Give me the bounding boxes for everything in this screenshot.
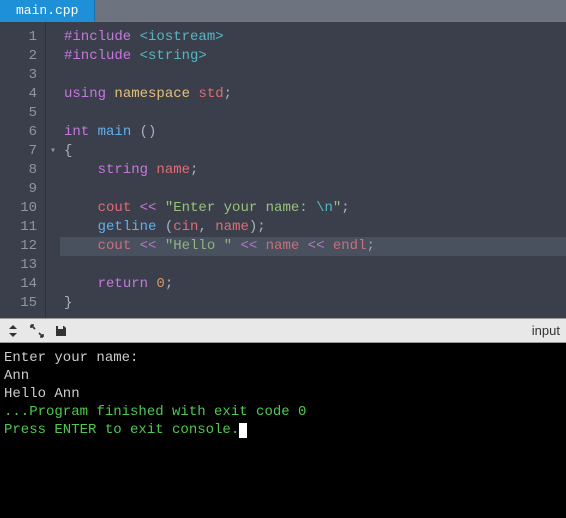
code-line[interactable]: int main () xyxy=(64,123,566,142)
fold-marker xyxy=(46,180,60,199)
code-editor[interactable]: 123456789101112131415 ▾ #include <iostre… xyxy=(0,22,566,318)
code-line[interactable]: using namespace std; xyxy=(64,85,566,104)
toolbar-right-label: input xyxy=(532,323,560,338)
code-area[interactable]: #include <iostream>#include <string> usin… xyxy=(60,22,566,318)
code-line[interactable]: return 0; xyxy=(64,275,566,294)
fold-marker xyxy=(46,294,60,313)
console-line: Enter your name: xyxy=(4,349,562,367)
console-line: Press ENTER to exit console. xyxy=(4,421,562,439)
console-line: Hello Ann xyxy=(4,385,562,403)
fold-marker xyxy=(46,256,60,275)
code-line[interactable]: } xyxy=(64,294,566,313)
text-cursor xyxy=(239,423,247,438)
fold-marker xyxy=(46,47,60,66)
fold-marker xyxy=(46,237,60,256)
line-number: 4 xyxy=(0,85,37,104)
collapse-icon[interactable] xyxy=(6,324,20,338)
line-number: 6 xyxy=(0,123,37,142)
code-line[interactable]: cout << "Enter your name: \n"; xyxy=(64,199,566,218)
code-line[interactable]: #include <string> xyxy=(64,47,566,66)
line-number: 3 xyxy=(0,66,37,85)
code-line[interactable] xyxy=(64,104,566,123)
line-gutter: 123456789101112131415 xyxy=(0,22,46,318)
code-line[interactable]: cout << "Hello " << name << endl; xyxy=(64,237,566,256)
save-icon[interactable] xyxy=(54,324,68,338)
fold-marker xyxy=(46,199,60,218)
fold-marker xyxy=(46,66,60,85)
fold-marker xyxy=(46,123,60,142)
line-number: 11 xyxy=(0,218,37,237)
fold-marker xyxy=(46,85,60,104)
fold-column: ▾ xyxy=(46,22,60,318)
line-number: 10 xyxy=(0,199,37,218)
code-line[interactable] xyxy=(64,66,566,85)
line-number: 12 xyxy=(0,237,37,256)
code-line[interactable]: { xyxy=(64,142,566,161)
fold-marker xyxy=(46,218,60,237)
code-line[interactable]: string name; xyxy=(64,161,566,180)
fold-marker xyxy=(46,104,60,123)
fold-marker[interactable]: ▾ xyxy=(46,142,60,161)
line-number: 14 xyxy=(0,275,37,294)
file-tab-label: main.cpp xyxy=(16,3,78,18)
tab-bar: main.cpp xyxy=(0,0,566,22)
expand-icon[interactable] xyxy=(30,324,44,338)
line-number: 2 xyxy=(0,47,37,66)
console-line: ...Program finished with exit code 0 xyxy=(4,403,562,421)
console-line: Ann xyxy=(4,367,562,385)
code-line[interactable] xyxy=(64,256,566,275)
console-output[interactable]: Enter your name:AnnHello Ann...Program f… xyxy=(0,343,566,518)
line-number: 7 xyxy=(0,142,37,161)
line-number: 8 xyxy=(0,161,37,180)
code-line[interactable] xyxy=(64,180,566,199)
line-number: 5 xyxy=(0,104,37,123)
fold-marker xyxy=(46,28,60,47)
fold-marker xyxy=(46,161,60,180)
line-number: 15 xyxy=(0,294,37,313)
file-tab[interactable]: main.cpp xyxy=(0,0,95,22)
code-line[interactable]: getline (cin, name); xyxy=(64,218,566,237)
code-line[interactable]: #include <iostream> xyxy=(64,28,566,47)
line-number: 13 xyxy=(0,256,37,275)
fold-marker xyxy=(46,275,60,294)
line-number: 1 xyxy=(0,28,37,47)
line-number: 9 xyxy=(0,180,37,199)
console-toolbar: input xyxy=(0,318,566,343)
